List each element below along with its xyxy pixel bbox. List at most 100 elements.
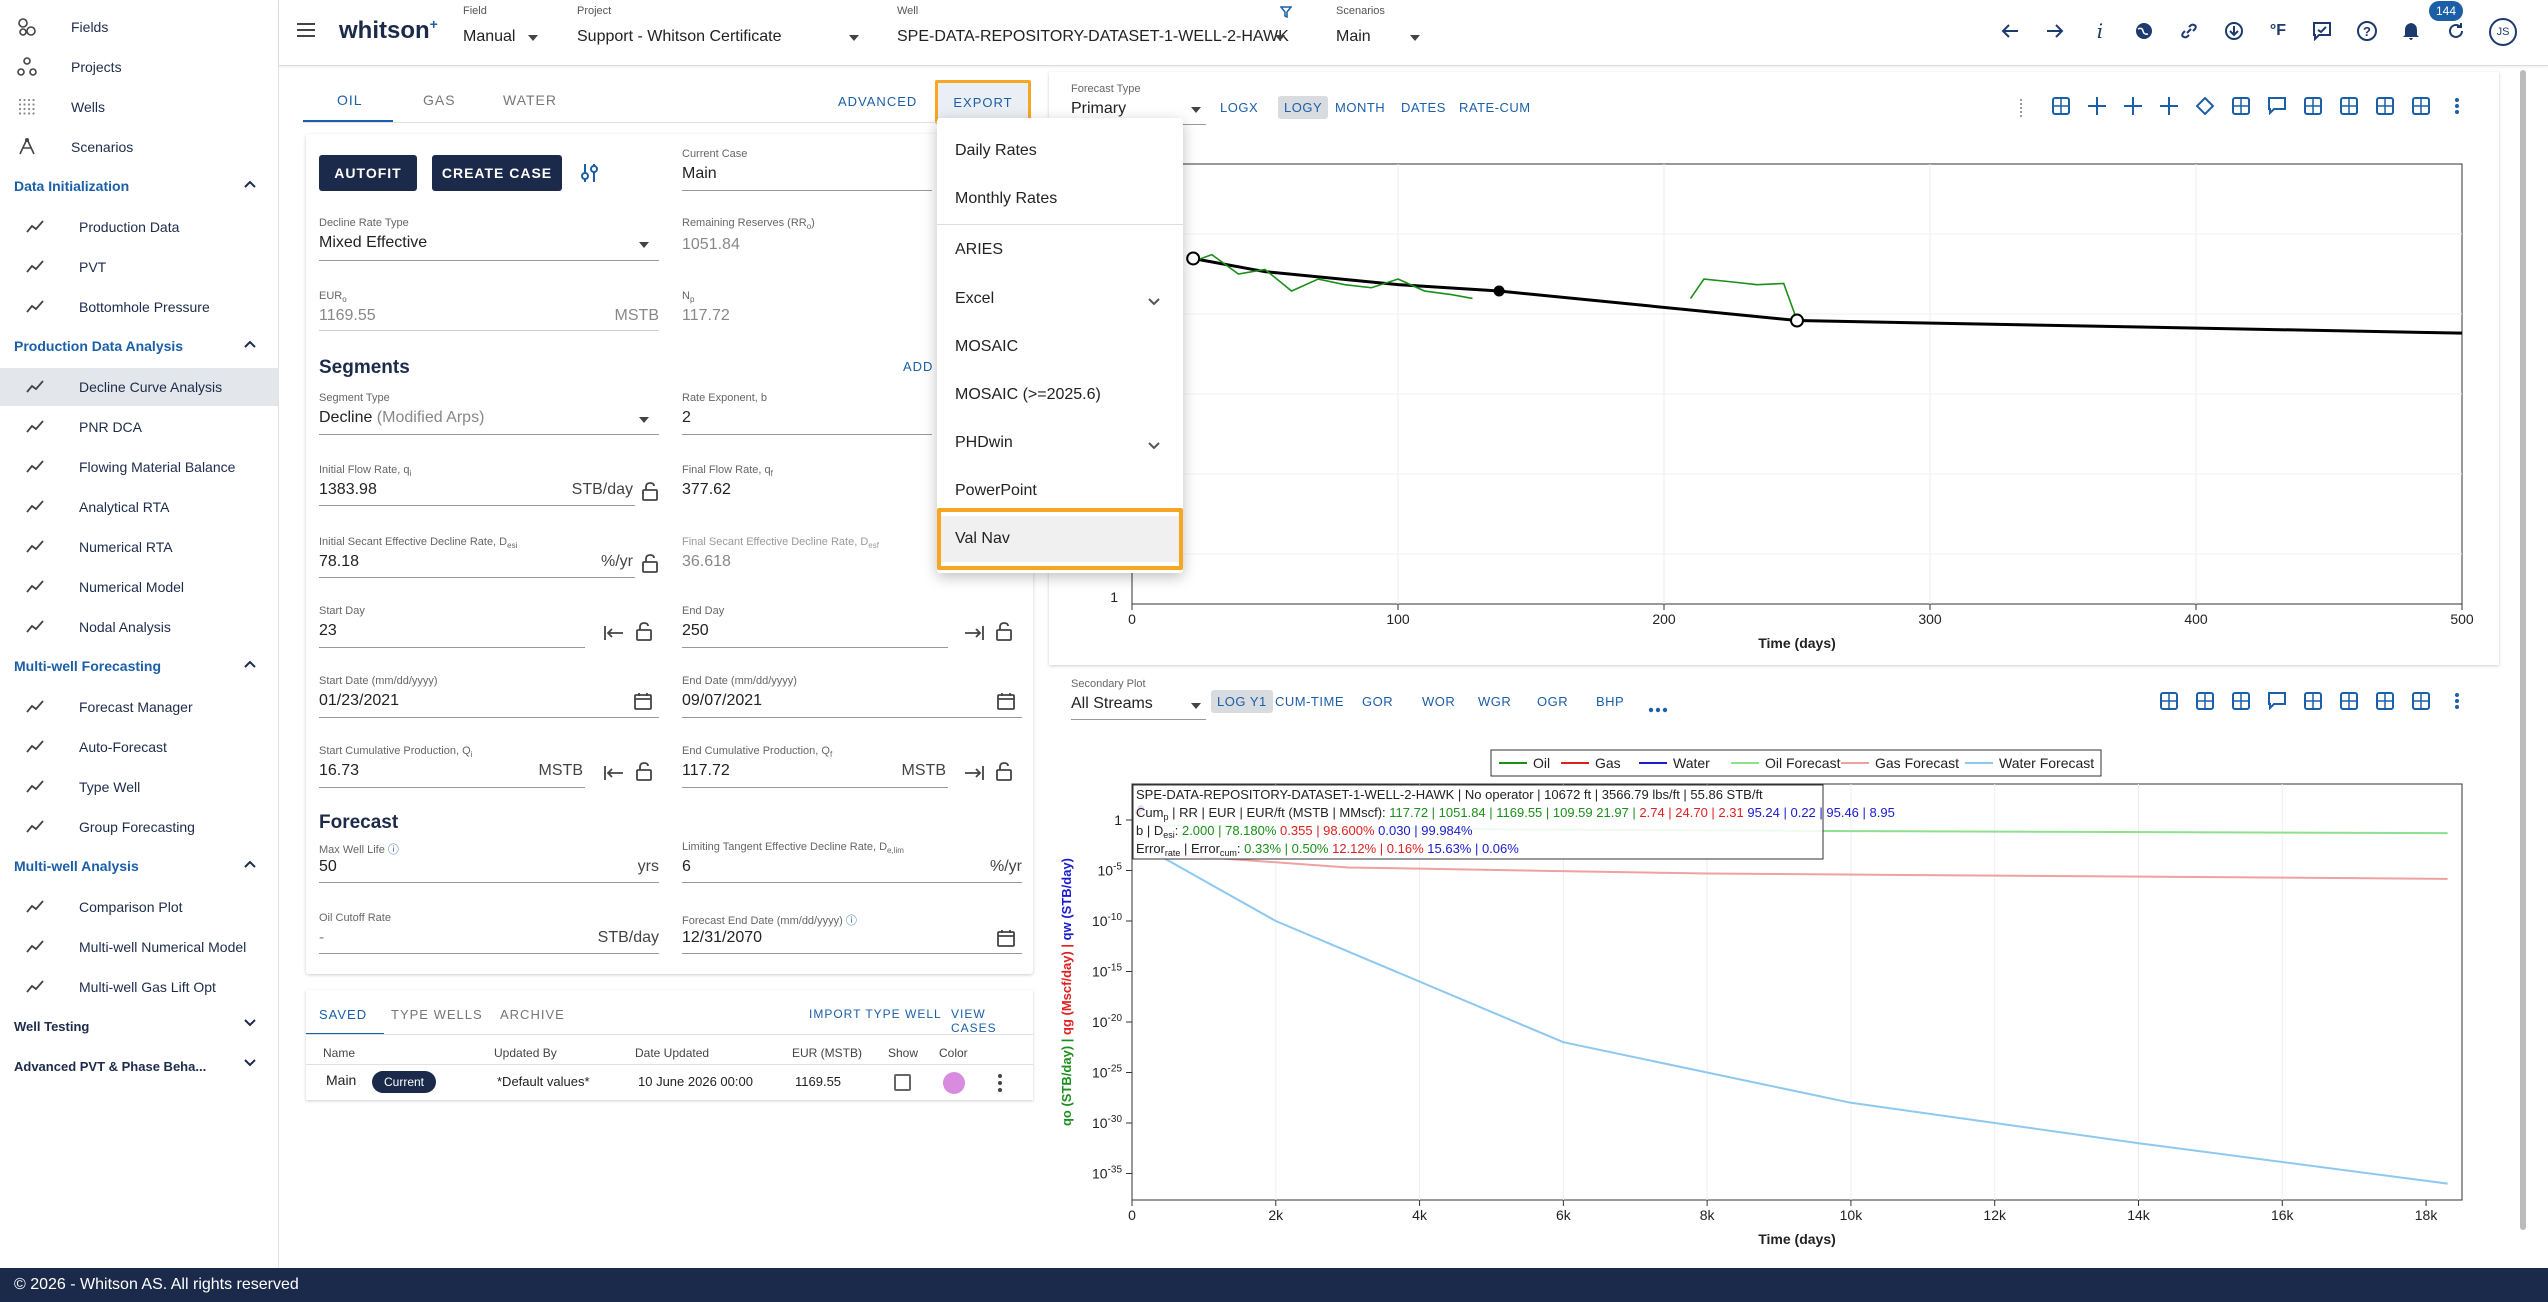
end-cum-input[interactable]: 117.72 xyxy=(682,762,730,780)
rate-exponent-input[interactable]: 2 xyxy=(682,409,691,427)
start-day-input[interactable]: 23 xyxy=(319,622,337,640)
start-day-jump-icon[interactable] xyxy=(603,624,625,647)
sidebar-item-pvt[interactable]: PVT xyxy=(0,248,278,286)
end-date-calendar-icon[interactable] xyxy=(996,691,1016,716)
chart-button-log-y1[interactable]: LOG Y1 xyxy=(1211,690,1273,713)
sidebar-item-multi-well-numerical-model[interactable]: Multi-well Numerical Model xyxy=(0,928,278,966)
tab-gas[interactable]: GAS xyxy=(423,92,456,108)
segment-type-caret-icon[interactable] xyxy=(639,417,649,423)
menu-item-val-nav[interactable]: Val Nav xyxy=(937,508,1183,570)
end-cum-lock-icon[interactable] xyxy=(995,761,1015,783)
chevron-up-icon[interactable] xyxy=(243,856,257,872)
comment-icon[interactable] xyxy=(2264,688,2290,714)
show-checkbox[interactable] xyxy=(894,1074,911,1091)
menu-item-phdwin[interactable]: PHDwin xyxy=(937,420,1183,466)
sidebar-item-type-well[interactable]: Type Well xyxy=(0,768,278,806)
menu-item-monthly-rates[interactable]: Monthly Rates xyxy=(937,176,1183,222)
back-arrow-icon[interactable] xyxy=(1995,16,2025,46)
sidebar-item-pnr-dca[interactable]: PNR DCA xyxy=(0,408,278,446)
more-vert-icon[interactable] xyxy=(2444,93,2470,119)
menu-icon[interactable] xyxy=(297,22,317,38)
grid-icon[interactable] xyxy=(2336,688,2362,714)
grid-icon[interactable] xyxy=(2336,93,2362,119)
chevron-up-icon[interactable] xyxy=(243,176,257,192)
tab-oil[interactable]: OIL xyxy=(337,92,363,108)
menu-item-daily-rates[interactable]: Daily Rates xyxy=(937,128,1183,174)
sidebar-item-multi-well-gas-lift-opt[interactable]: Multi-well Gas Lift Opt xyxy=(0,968,278,1006)
menu-item-excel[interactable]: Excel xyxy=(937,276,1183,322)
sidebar-item-decline-curve-analysis[interactable]: Decline Curve Analysis xyxy=(0,368,278,406)
end-date-input[interactable]: 09/07/2021 xyxy=(682,692,762,710)
forecast-end-help-icon[interactable]: ⓘ xyxy=(846,915,857,927)
import-type-well-button[interactable]: IMPORT TYPE WELL xyxy=(809,1007,942,1021)
sidebar-section-collapsed-1[interactable]: Advanced PVT & Phase Beha... xyxy=(0,1048,278,1084)
start-cum-lock-icon[interactable] xyxy=(635,761,655,783)
sidebar-item-analytical-rta[interactable]: Analytical RTA xyxy=(0,488,278,526)
tab-saved[interactable]: SAVED xyxy=(319,1007,367,1022)
well-caret-icon[interactable] xyxy=(1275,35,1285,41)
chevron-down-icon[interactable] xyxy=(243,1056,257,1071)
chart-button-wor[interactable]: WOR xyxy=(1422,694,1455,709)
units-icon[interactable]: °F xyxy=(2263,16,2293,46)
zoom-fit-icon[interactable] xyxy=(2372,688,2398,714)
start-cum-input[interactable]: 16.73 xyxy=(319,762,359,780)
forecast-end-calendar-icon[interactable] xyxy=(996,928,1016,953)
end-day-input[interactable]: 250 xyxy=(682,622,709,640)
decline-type-select[interactable]: Mixed Effective xyxy=(319,234,427,252)
lasso-icon[interactable] xyxy=(2228,93,2254,119)
drag-handle-icon[interactable] xyxy=(2020,99,2022,119)
sidebar-section-1[interactable]: Production Data Analysis xyxy=(0,328,278,364)
list-icon[interactable] xyxy=(2228,688,2254,714)
sidebar-item-flowing-material-balance[interactable]: Flowing Material Balance xyxy=(0,448,278,486)
qi-input[interactable]: 1383.98 xyxy=(319,481,377,499)
help-icon[interactable]: ? xyxy=(2352,16,2382,46)
table-row[interactable]: Main Current *Default values* 10 June 20… xyxy=(306,1065,1033,1100)
chart-button-month[interactable]: MONTH xyxy=(1335,100,1385,115)
sidebar-item-numerical-rta[interactable]: Numerical RTA xyxy=(0,528,278,566)
chart-button-cum-time[interactable]: CUM-TIME xyxy=(1275,694,1344,709)
field-select[interactable]: Manual xyxy=(463,28,515,46)
tab-archive[interactable]: ARCHIVE xyxy=(500,1007,565,1022)
sidebar-item-fields[interactable]: Fields xyxy=(0,8,278,46)
sidebar-item-wells[interactable]: Wells xyxy=(0,88,278,126)
chart-button-logx[interactable]: LOGX xyxy=(1220,100,1258,115)
sidebar-item-production-data[interactable]: Production Data xyxy=(0,208,278,246)
chevron-up-icon[interactable] xyxy=(243,336,257,352)
pan-y-icon[interactable] xyxy=(2156,93,2182,119)
view-cases-button[interactable]: VIEW CASES xyxy=(951,1007,1033,1035)
filter-icon[interactable] xyxy=(1279,5,1293,23)
notifications-icon[interactable] xyxy=(2396,16,2426,46)
refresh-icon[interactable] xyxy=(2441,16,2471,46)
desi-lock-icon[interactable] xyxy=(641,553,661,575)
sidebar-section-3[interactable]: Multi-well Analysis xyxy=(0,848,278,884)
advanced-button[interactable]: ADVANCED xyxy=(838,94,917,109)
menu-item-mosaic[interactable]: MOSAIC xyxy=(937,324,1183,370)
case-color-swatch[interactable] xyxy=(943,1072,965,1094)
qf-input[interactable]: 377.62 xyxy=(682,481,731,499)
sidebar-item-nodal-analysis[interactable]: Nodal Analysis xyxy=(0,608,278,646)
menu-item-aries[interactable]: ARIES xyxy=(937,227,1183,273)
start-day-lock-icon[interactable] xyxy=(635,621,655,643)
add-segment-link[interactable]: ADD xyxy=(903,359,933,374)
sidebar-item-scenarios[interactable]: Scenarios xyxy=(0,128,278,166)
user-avatar[interactable]: JS xyxy=(2489,18,2517,46)
sidebar-item-auto-forecast[interactable]: Auto-Forecast xyxy=(0,728,278,766)
chart-button-dates[interactable]: DATES xyxy=(1401,100,1446,115)
start-cum-jump-icon[interactable] xyxy=(603,764,625,787)
project-caret-icon[interactable] xyxy=(849,35,859,41)
end-cum-jump-icon[interactable] xyxy=(963,764,985,787)
current-case-select[interactable]: Main xyxy=(682,165,717,183)
qi-lock-icon[interactable] xyxy=(641,481,661,503)
segment-type-select[interactable]: Decline (Modified Arps) xyxy=(319,409,484,427)
fullscreen-icon[interactable] xyxy=(2408,688,2434,714)
diamond-icon[interactable] xyxy=(2192,93,2218,119)
tune-icon[interactable] xyxy=(580,162,602,189)
field-caret-icon[interactable] xyxy=(528,35,538,41)
globe-icon[interactable] xyxy=(2129,16,2159,46)
forward-arrow-icon[interactable] xyxy=(2040,16,2070,46)
scenarios-caret-icon[interactable] xyxy=(1410,35,1420,41)
link-off-icon[interactable] xyxy=(2192,688,2218,714)
chart-button-bhp[interactable]: BHP xyxy=(1596,694,1624,709)
sidebar-section-0[interactable]: Data Initialization xyxy=(0,168,278,204)
sidebar-item-comparison-plot[interactable]: Comparison Plot xyxy=(0,888,278,926)
